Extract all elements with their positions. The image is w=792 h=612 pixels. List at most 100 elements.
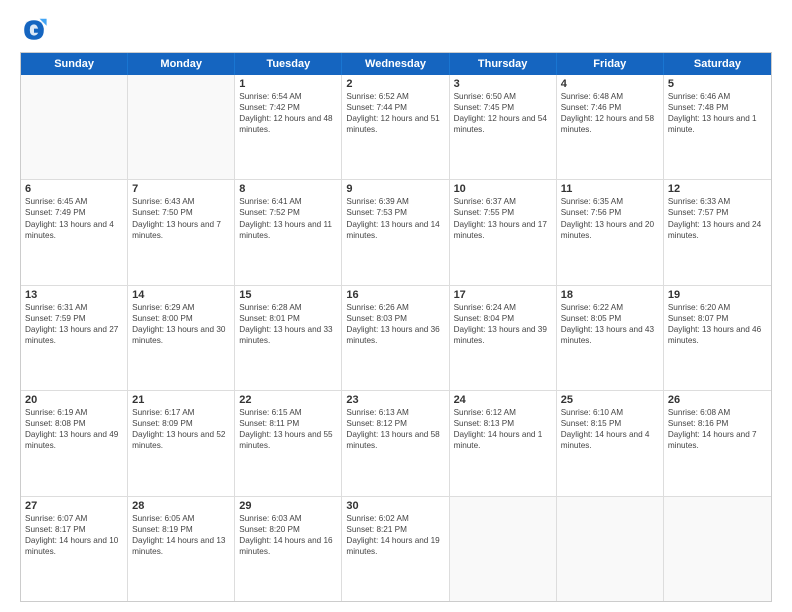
cell-info: Daylight: 13 hours and 49 minutes. <box>25 429 123 451</box>
day-number: 13 <box>25 289 123 301</box>
cell-info: Sunrise: 6:22 AM <box>561 302 659 313</box>
calendar-row-4: 20Sunrise: 6:19 AMSunset: 8:08 PMDayligh… <box>21 391 771 496</box>
cell-info: Daylight: 13 hours and 55 minutes. <box>239 429 337 451</box>
day-number: 1 <box>239 78 337 90</box>
calendar-row-5: 27Sunrise: 6:07 AMSunset: 8:17 PMDayligh… <box>21 497 771 601</box>
cell-info: Sunrise: 6:05 AM <box>132 513 230 524</box>
calendar-row-3: 13Sunrise: 6:31 AMSunset: 7:59 PMDayligh… <box>21 286 771 391</box>
cell-info: Daylight: 13 hours and 17 minutes. <box>454 219 552 241</box>
calendar-cell: 20Sunrise: 6:19 AMSunset: 8:08 PMDayligh… <box>21 391 128 495</box>
day-number: 12 <box>668 183 767 195</box>
calendar-cell: 4Sunrise: 6:48 AMSunset: 7:46 PMDaylight… <box>557 75 664 179</box>
cell-info: Sunset: 7:56 PM <box>561 207 659 218</box>
calendar-cell: 24Sunrise: 6:12 AMSunset: 8:13 PMDayligh… <box>450 391 557 495</box>
calendar-row-2: 6Sunrise: 6:45 AMSunset: 7:49 PMDaylight… <box>21 180 771 285</box>
cell-info: Daylight: 13 hours and 33 minutes. <box>239 324 337 346</box>
cell-info: Sunset: 7:49 PM <box>25 207 123 218</box>
day-number: 18 <box>561 289 659 301</box>
cell-info: Daylight: 14 hours and 1 minute. <box>454 429 552 451</box>
calendar: SundayMondayTuesdayWednesdayThursdayFrid… <box>20 52 772 602</box>
cell-info: Sunrise: 6:43 AM <box>132 196 230 207</box>
cell-info: Sunset: 8:12 PM <box>346 418 444 429</box>
day-number: 7 <box>132 183 230 195</box>
calendar-cell: 14Sunrise: 6:29 AMSunset: 8:00 PMDayligh… <box>128 286 235 390</box>
page: SundayMondayTuesdayWednesdayThursdayFrid… <box>0 0 792 612</box>
header <box>20 16 772 44</box>
calendar-cell <box>664 497 771 601</box>
cell-info: Sunset: 7:50 PM <box>132 207 230 218</box>
header-day-friday: Friday <box>557 53 664 75</box>
calendar-cell: 30Sunrise: 6:02 AMSunset: 8:21 PMDayligh… <box>342 497 449 601</box>
day-number: 16 <box>346 289 444 301</box>
cell-info: Sunrise: 6:08 AM <box>668 407 767 418</box>
cell-info: Sunrise: 6:20 AM <box>668 302 767 313</box>
cell-info: Sunrise: 6:12 AM <box>454 407 552 418</box>
day-number: 21 <box>132 394 230 406</box>
cell-info: Sunset: 8:21 PM <box>346 524 444 535</box>
cell-info: Daylight: 12 hours and 51 minutes. <box>346 113 444 135</box>
day-number: 22 <box>239 394 337 406</box>
day-number: 4 <box>561 78 659 90</box>
cell-info: Sunset: 8:20 PM <box>239 524 337 535</box>
day-number: 11 <box>561 183 659 195</box>
day-number: 14 <box>132 289 230 301</box>
calendar-cell <box>21 75 128 179</box>
cell-info: Sunrise: 6:15 AM <box>239 407 337 418</box>
calendar-cell: 10Sunrise: 6:37 AMSunset: 7:55 PMDayligh… <box>450 180 557 284</box>
cell-info: Daylight: 13 hours and 4 minutes. <box>25 219 123 241</box>
header-day-saturday: Saturday <box>664 53 771 75</box>
calendar-cell <box>128 75 235 179</box>
day-number: 23 <box>346 394 444 406</box>
cell-info: Daylight: 13 hours and 52 minutes. <box>132 429 230 451</box>
cell-info: Daylight: 14 hours and 10 minutes. <box>25 535 123 557</box>
day-number: 17 <box>454 289 552 301</box>
cell-info: Daylight: 13 hours and 46 minutes. <box>668 324 767 346</box>
cell-info: Daylight: 12 hours and 54 minutes. <box>454 113 552 135</box>
calendar-cell: 19Sunrise: 6:20 AMSunset: 8:07 PMDayligh… <box>664 286 771 390</box>
calendar-cell: 8Sunrise: 6:41 AMSunset: 7:52 PMDaylight… <box>235 180 342 284</box>
cell-info: Sunset: 7:57 PM <box>668 207 767 218</box>
day-number: 8 <box>239 183 337 195</box>
header-day-thursday: Thursday <box>450 53 557 75</box>
day-number: 2 <box>346 78 444 90</box>
cell-info: Daylight: 13 hours and 24 minutes. <box>668 219 767 241</box>
day-number: 5 <box>668 78 767 90</box>
cell-info: Sunset: 8:15 PM <box>561 418 659 429</box>
day-number: 9 <box>346 183 444 195</box>
cell-info: Sunset: 7:59 PM <box>25 313 123 324</box>
cell-info: Daylight: 13 hours and 43 minutes. <box>561 324 659 346</box>
day-number: 29 <box>239 500 337 512</box>
calendar-cell: 5Sunrise: 6:46 AMSunset: 7:48 PMDaylight… <box>664 75 771 179</box>
cell-info: Sunrise: 6:46 AM <box>668 91 767 102</box>
cell-info: Sunrise: 6:31 AM <box>25 302 123 313</box>
header-day-sunday: Sunday <box>21 53 128 75</box>
cell-info: Sunset: 8:08 PM <box>25 418 123 429</box>
day-number: 10 <box>454 183 552 195</box>
cell-info: Sunrise: 6:13 AM <box>346 407 444 418</box>
cell-info: Daylight: 13 hours and 20 minutes. <box>561 219 659 241</box>
calendar-cell: 1Sunrise: 6:54 AMSunset: 7:42 PMDaylight… <box>235 75 342 179</box>
calendar-cell: 26Sunrise: 6:08 AMSunset: 8:16 PMDayligh… <box>664 391 771 495</box>
cell-info: Daylight: 13 hours and 36 minutes. <box>346 324 444 346</box>
calendar-cell: 3Sunrise: 6:50 AMSunset: 7:45 PMDaylight… <box>450 75 557 179</box>
cell-info: Sunset: 7:44 PM <box>346 102 444 113</box>
calendar-cell: 29Sunrise: 6:03 AMSunset: 8:20 PMDayligh… <box>235 497 342 601</box>
calendar-cell: 11Sunrise: 6:35 AMSunset: 7:56 PMDayligh… <box>557 180 664 284</box>
calendar-cell: 18Sunrise: 6:22 AMSunset: 8:05 PMDayligh… <box>557 286 664 390</box>
cell-info: Sunrise: 6:24 AM <box>454 302 552 313</box>
cell-info: Sunset: 7:48 PM <box>668 102 767 113</box>
cell-info: Sunrise: 6:10 AM <box>561 407 659 418</box>
cell-info: Sunset: 8:17 PM <box>25 524 123 535</box>
day-number: 19 <box>668 289 767 301</box>
cell-info: Sunrise: 6:50 AM <box>454 91 552 102</box>
calendar-body: 1Sunrise: 6:54 AMSunset: 7:42 PMDaylight… <box>21 75 771 601</box>
cell-info: Daylight: 13 hours and 27 minutes. <box>25 324 123 346</box>
cell-info: Sunrise: 6:19 AM <box>25 407 123 418</box>
cell-info: Sunset: 7:42 PM <box>239 102 337 113</box>
calendar-cell: 28Sunrise: 6:05 AMSunset: 8:19 PMDayligh… <box>128 497 235 601</box>
cell-info: Sunset: 8:00 PM <box>132 313 230 324</box>
cell-info: Daylight: 13 hours and 11 minutes. <box>239 219 337 241</box>
day-number: 26 <box>668 394 767 406</box>
calendar-cell: 7Sunrise: 6:43 AMSunset: 7:50 PMDaylight… <box>128 180 235 284</box>
day-number: 3 <box>454 78 552 90</box>
